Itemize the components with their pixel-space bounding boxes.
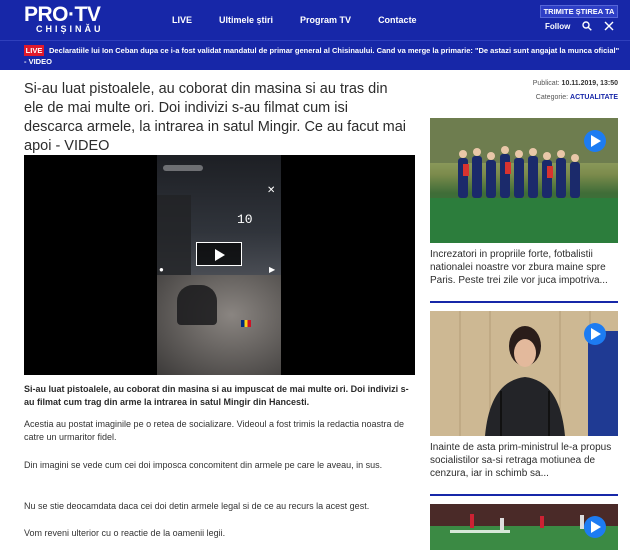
category: Categorie: ACTUALITATE [430,94,618,101]
live-badge: LIVE [24,45,44,56]
play-icon [215,249,225,261]
video-scene-ground [157,275,281,375]
story-prev-icon: ● [159,265,164,274]
flag-icon [241,320,251,327]
play-icon [591,521,601,533]
nav-latest-news[interactable]: Ultimele știri [219,15,273,25]
category-label: Categorie: [535,94,569,101]
card-divider [430,301,618,303]
article-paragraph: Acestia au postat imaginile pe o retea d… [24,419,405,442]
article-title: Si-au luat pistoalele, au coborat din ma… [24,81,407,154]
video-play-button[interactable] [584,130,606,152]
play-icon [591,135,601,147]
related-card-image[interactable] [430,504,618,550]
related-card-text[interactable]: Increzatori in propriile forte, fotbalis… [430,248,618,287]
article-paragraph: Nu se stie deocamdata daca cei doi detin… [24,501,370,511]
article-lead: Si-au luat pistoalele, au coborat din ma… [24,384,409,407]
video-play-button[interactable] [584,323,606,345]
article-paragraph: Vom reveni ulterior cu o reactie de la o… [24,528,226,538]
search-icon[interactable] [582,21,592,31]
video-play-button[interactable] [584,516,606,538]
nav-contacts[interactable]: Contacte [378,15,417,25]
published-label: Publicat: [532,80,560,87]
related-card-image[interactable] [430,311,618,436]
breaking-news-text[interactable]: Declaratiile lui Ion Ceban dupa ce i-a f… [24,45,620,67]
category-link[interactable]: ACTUALITATE [570,94,618,101]
video-player[interactable]: ✕ 10 ● ▶ [24,155,415,375]
video-scene-person [177,285,217,325]
site-header: PRO·TV CHIȘINĂU LIVE Ultimele știri Prog… [0,0,630,40]
story-close-icon: ✕ [267,185,276,196]
video-play-button[interactable] [196,242,242,266]
related-card-text[interactable]: Inainte de asta prim-ministrul le-a prop… [430,441,618,480]
video-story-header [163,165,203,171]
close-icon[interactable] [604,21,614,31]
story-next-icon: ▶ [269,265,276,274]
send-news-button[interactable]: TRIMITE ȘTIREA TA [540,5,618,18]
card-divider [430,494,618,496]
published-date: Publicat: 10.11.2019, 13:50 [430,80,618,87]
published-value: 10.11.2019, 13:50 [561,80,618,87]
related-card[interactable]: Increzatori in propriile forte, fotbalis… [430,118,618,287]
logo-sub-text: CHIȘINĂU [36,24,104,34]
related-card[interactable]: Inainte de asta prim-ministrul le-a prop… [430,311,618,480]
follow-button[interactable]: Follow [545,22,570,31]
related-card-image[interactable] [430,118,618,243]
related-card[interactable] [430,504,618,550]
article-paragraph: Din imagini se vede cum cei doi imposca … [24,460,383,470]
site-logo[interactable]: PRO·TV CHIȘINĂU [24,3,114,37]
main-nav: LIVE Ultimele știri Program TV Contacte [172,0,444,40]
nav-live[interactable]: LIVE [172,15,192,25]
nav-tv-program[interactable]: Program TV [300,15,351,25]
breaking-news-bar[interactable]: Declaratiile lui Ion Ceban dupa ce i-a f… [0,40,630,70]
play-icon [591,328,601,340]
video-counter: 10 [237,212,253,227]
